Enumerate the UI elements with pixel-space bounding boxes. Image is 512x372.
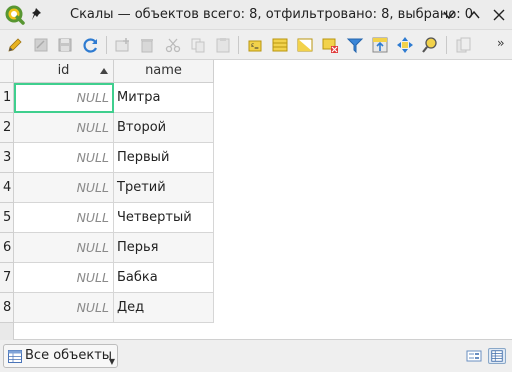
chevron-down-icon[interactable] <box>441 7 457 23</box>
toolbar-separator <box>446 36 447 54</box>
save-edits-icon[interactable] <box>56 36 74 54</box>
toggle-multi-edit-icon[interactable] <box>32 36 50 54</box>
cell-id[interactable]: NULL <box>14 113 114 143</box>
dropdown-arrow-icon: ▼ <box>108 357 115 366</box>
reload-table-icon[interactable] <box>82 36 100 54</box>
cell-id[interactable]: NULL <box>14 263 114 293</box>
table-row[interactable]: 3 NULL Первый <box>0 143 214 173</box>
cell-name[interactable]: Митра <box>114 83 214 113</box>
invert-selection-icon[interactable] <box>296 36 314 54</box>
pin-icon[interactable] <box>31 7 45 23</box>
attribute-table-toolbar: ε = ›› <box>0 30 512 60</box>
select-by-expression-icon[interactable]: ε = <box>246 36 264 54</box>
attribute-table[interactable]: id name 1 NULL Митра 2 NULL Второй 3 NUL… <box>0 60 512 340</box>
table-row[interactable]: 6 NULL Перья <box>0 233 214 263</box>
toggle-editing-icon[interactable] <box>6 36 24 54</box>
column-header-label: name <box>145 63 182 78</box>
cell-name[interactable]: Второй <box>114 113 214 143</box>
cell-id[interactable]: NULL <box>14 233 114 263</box>
pan-to-selected-icon[interactable] <box>396 36 414 54</box>
table-row[interactable]: 2 NULL Второй <box>0 113 214 143</box>
column-header-label: id <box>57 63 70 78</box>
table-corner[interactable] <box>0 60 14 83</box>
cut-selected-icon[interactable] <box>164 36 182 54</box>
filter-label: Все объекты <box>25 348 113 363</box>
sort-ascending-icon <box>100 68 108 74</box>
row-header-filler <box>0 323 14 340</box>
row-number[interactable]: 5 <box>0 203 14 233</box>
filter-select-icon[interactable] <box>346 36 364 54</box>
new-field-icon[interactable] <box>454 36 472 54</box>
status-bar: Все объекты ▼ <box>0 340 512 372</box>
cell-id[interactable]: NULL <box>14 173 114 203</box>
toolbar-separator <box>238 36 239 54</box>
row-number[interactable]: 8 <box>0 293 14 323</box>
cell-id[interactable]: NULL <box>14 143 114 173</box>
window-title: Скалы — объектов всего: 8, отфильтровано… <box>70 7 474 22</box>
row-number[interactable]: 6 <box>0 233 14 263</box>
delete-selected-icon[interactable] <box>138 36 156 54</box>
copy-selected-icon[interactable] <box>189 36 207 54</box>
cell-name[interactable]: Бабка <box>114 263 214 293</box>
row-number[interactable]: 3 <box>0 143 14 173</box>
toolbar-separator <box>106 36 107 54</box>
column-header-name[interactable]: name <box>114 60 214 83</box>
cell-id[interactable]: NULL <box>14 293 114 323</box>
table-filter-icon <box>8 350 22 363</box>
row-number[interactable]: 1 <box>0 83 14 113</box>
row-number[interactable]: 2 <box>0 113 14 143</box>
qgis-logo-icon <box>5 5 25 25</box>
svg-text:=: = <box>254 45 259 52</box>
column-header-id[interactable]: id <box>14 60 114 83</box>
table-row[interactable]: 5 NULL Четвертый <box>0 203 214 233</box>
table-row[interactable]: 1 NULL Митра <box>0 83 214 113</box>
select-all-icon[interactable] <box>271 36 289 54</box>
zoom-to-selected-icon[interactable] <box>421 36 439 54</box>
form-view-icon[interactable] <box>465 348 483 364</box>
cell-name[interactable]: Четвертый <box>114 203 214 233</box>
add-feature-icon[interactable] <box>114 36 132 54</box>
cell-id[interactable]: NULL <box>14 203 114 233</box>
table-row[interactable]: 4 NULL Третий <box>0 173 214 203</box>
deselect-all-icon[interactable] <box>321 36 339 54</box>
table-view-icon[interactable] <box>488 348 506 364</box>
close-icon[interactable] <box>491 7 507 23</box>
chevron-up-icon[interactable] <box>466 7 482 23</box>
title-bar: Скалы — объектов всего: 8, отфильтровано… <box>0 0 512 30</box>
paste-features-icon[interactable] <box>214 36 232 54</box>
cell-name[interactable]: Первый <box>114 143 214 173</box>
row-number[interactable]: 7 <box>0 263 14 293</box>
cell-name[interactable]: Третий <box>114 173 214 203</box>
feature-filter-button[interactable]: Все объекты ▼ <box>3 344 118 368</box>
row-number[interactable]: 4 <box>0 173 14 203</box>
cell-name[interactable]: Перья <box>114 233 214 263</box>
cell-name[interactable]: Дед <box>114 293 214 323</box>
table-row[interactable]: 8 NULL Дед <box>0 293 214 323</box>
cell-id[interactable]: NULL <box>14 83 114 113</box>
table-row[interactable]: 7 NULL Бабка <box>0 263 214 293</box>
move-selection-to-top-icon[interactable] <box>371 36 389 54</box>
toolbar-overflow-button[interactable]: ›› <box>497 36 504 50</box>
